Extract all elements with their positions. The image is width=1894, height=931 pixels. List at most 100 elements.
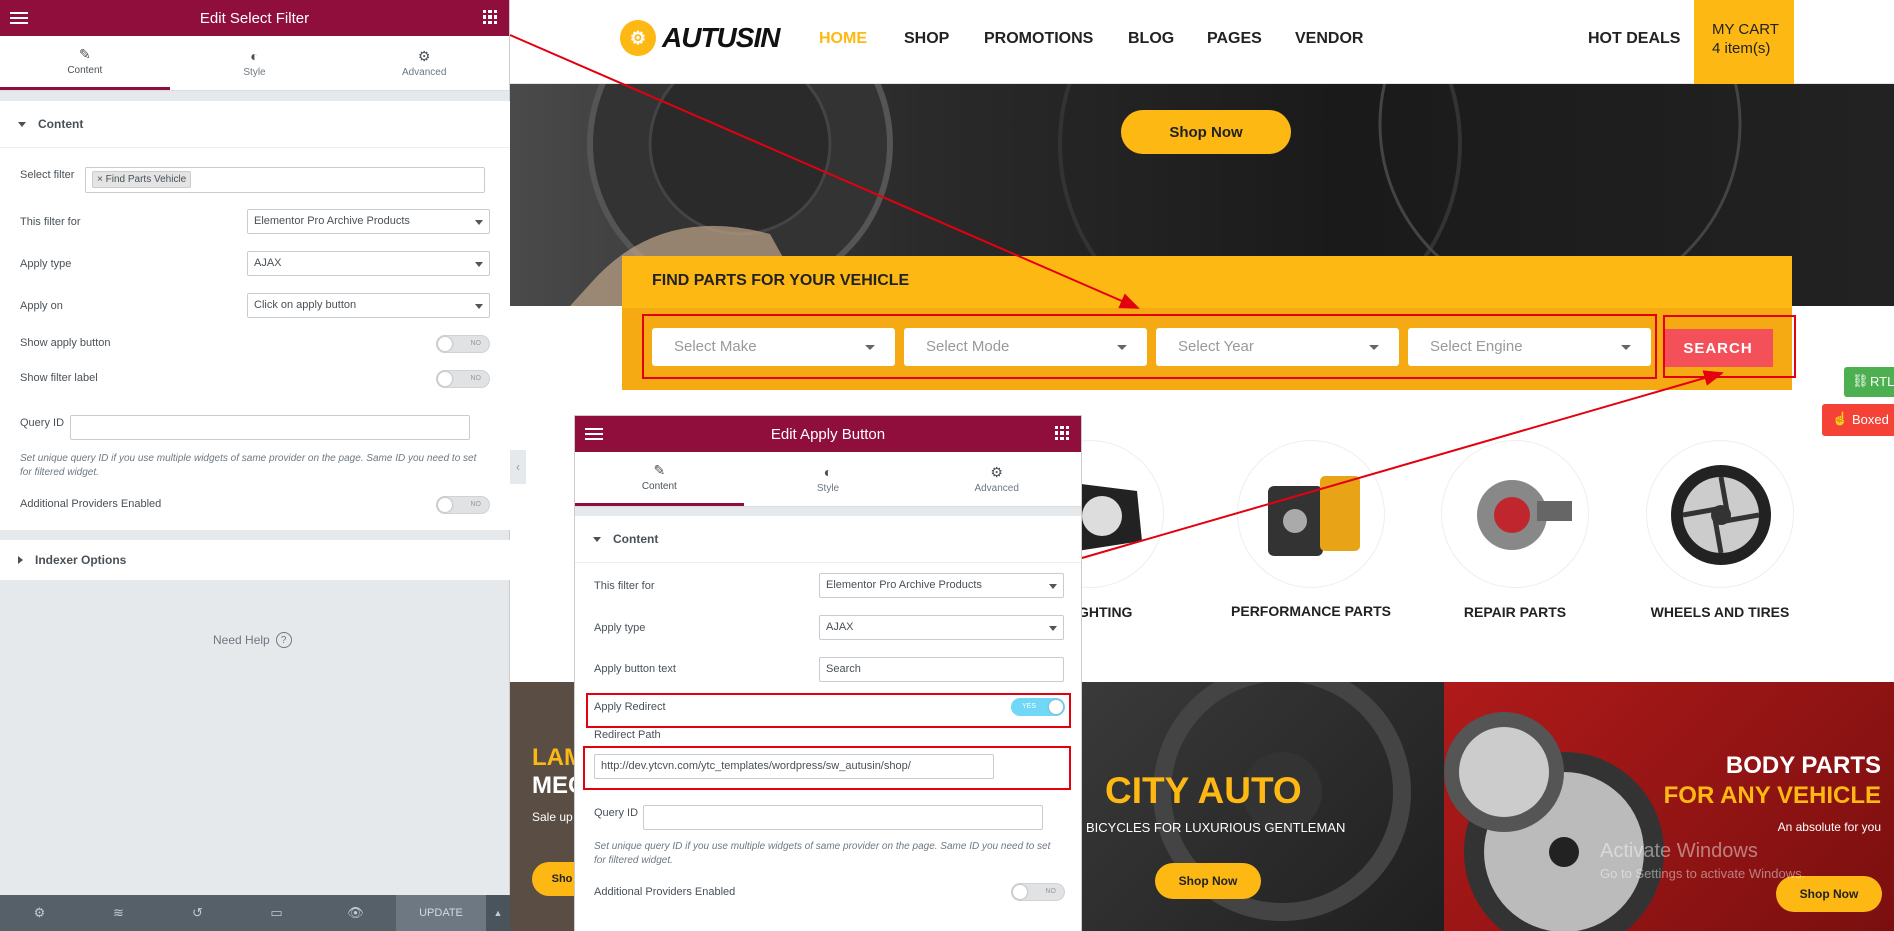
- help-circle-icon: ?: [275, 632, 292, 648]
- content-section-header[interactable]: Content: [0, 101, 510, 148]
- indexer-section[interactable]: Indexer Options: [0, 540, 510, 580]
- toggle-state-text: NO: [470, 501, 482, 508]
- tab-style-label: Style: [816, 482, 840, 494]
- hero-shop-now-button[interactable]: Shop Now: [1121, 110, 1291, 154]
- apply-type-select[interactable]: AJAX: [247, 251, 490, 276]
- banner-city-auto[interactable]: CITY AUTO BICYCLES FOR LUXURIOUS GENTLEM…: [1082, 682, 1444, 931]
- tab-advanced[interactable]: ⚙ Advanced: [912, 452, 1081, 506]
- rtl-badge[interactable]: ⛓ RTL: [1844, 367, 1894, 397]
- annotation-box-search: [1663, 315, 1796, 378]
- indexer-section-header[interactable]: Indexer Options: [0, 540, 510, 580]
- show-filter-label-toggle[interactable]: NO: [436, 370, 490, 388]
- tab-advanced-label: Advanced: [974, 482, 1019, 494]
- caret-up-icon[interactable]: ▲: [486, 895, 510, 931]
- query-id-label: Query ID: [594, 807, 639, 819]
- windows-watermark-sub: Go to Settings to activate Windows.: [1600, 866, 1806, 881]
- filter-tag[interactable]: × Find Parts Vehicle: [92, 171, 192, 188]
- show-apply-button-toggle[interactable]: NO: [436, 335, 490, 353]
- settings-gear-icon[interactable]: ⚙: [0, 905, 79, 921]
- nav-shop[interactable]: SHOP: [904, 30, 949, 48]
- banner-left[interactable]: LAM MEC Sale up Sho: [510, 682, 592, 931]
- site-header: ⚙ AUTUSIN HOME SHOP PROMOTIONS BLOG PAGE…: [510, 0, 1894, 84]
- logo-text: AUTUSIN: [662, 22, 780, 53]
- filter-for-label: This filter for: [594, 580, 655, 592]
- banner-right-button[interactable]: Shop Now: [1776, 876, 1882, 912]
- history-icon[interactable]: ↺: [158, 905, 237, 921]
- pencil-icon: ✎: [653, 462, 666, 478]
- panel2-tabs: ✎ Content ◐ Style ⚙ Advanced: [575, 452, 1081, 507]
- navigator-layers-icon[interactable]: ≋: [79, 905, 158, 921]
- cart-title: MY CART: [1712, 21, 1779, 38]
- category-wheels-label[interactable]: WHEELS AND TIRES: [1630, 604, 1810, 620]
- nav-promotions[interactable]: PROMOTIONS: [984, 30, 1093, 48]
- hamburger-menu-icon[interactable]: [10, 9, 28, 27]
- hamburger-menu-icon[interactable]: [585, 425, 603, 443]
- need-help-label: Need Help: [213, 633, 270, 647]
- additional-providers-toggle[interactable]: NO: [436, 496, 490, 514]
- filter-for-select[interactable]: Elementor Pro Archive Products: [819, 573, 1064, 598]
- apply-type-select[interactable]: AJAX: [819, 615, 1064, 640]
- site-logo[interactable]: ⚙ AUTUSIN: [620, 20, 780, 56]
- tab-style[interactable]: ◐ Style: [744, 452, 913, 506]
- query-id-input[interactable]: [70, 415, 470, 440]
- tab-content-label: Content: [641, 481, 677, 492]
- indexer-section-title: Indexer Options: [35, 553, 127, 567]
- need-help-link[interactable]: Need Help?: [213, 632, 292, 648]
- cart-count: 4 item(s): [1712, 40, 1771, 57]
- tab-content[interactable]: ✎ Content: [0, 36, 170, 90]
- contrast-icon: ◐: [823, 463, 833, 480]
- nav-pages[interactable]: PAGES: [1207, 30, 1262, 48]
- show-filter-label-label: Show filter label: [20, 372, 98, 384]
- update-button[interactable]: UPDATE: [396, 895, 486, 931]
- panel-title: Edit Select Filter: [199, 9, 310, 27]
- category-wheels-image[interactable]: [1646, 440, 1794, 588]
- banner-center-button[interactable]: Shop Now: [1155, 863, 1261, 899]
- category-performance-label[interactable]: PERFORMANCE PARTS: [1221, 604, 1401, 619]
- panel2-content-header[interactable]: Content: [575, 516, 1081, 563]
- additional-providers-toggle[interactable]: NO: [1011, 883, 1065, 901]
- boxed-badge[interactable]: ☝ Boxed: [1822, 404, 1894, 436]
- gear-icon: ⚙: [990, 463, 1003, 480]
- apply-button-text-label: Apply button text: [594, 663, 676, 675]
- pencil-icon: ✎: [78, 46, 91, 62]
- nav-vendor[interactable]: VENDOR: [1295, 30, 1363, 48]
- rtl-label: RTL: [1870, 374, 1894, 389]
- select-filter-input[interactable]: × Find Parts Vehicle: [85, 167, 485, 193]
- panel-footer: ⚙ ≋ ↺ ▭ 👁 UPDATE ▲: [0, 895, 510, 931]
- widgets-grid-icon[interactable]: [1055, 426, 1069, 440]
- panel2-title: Edit Apply Button: [770, 425, 886, 443]
- apply-on-label: Apply on: [20, 300, 63, 312]
- redirect-path-label: Redirect Path: [594, 729, 661, 741]
- query-id-label: Query ID: [20, 417, 65, 429]
- cart-button[interactable]: MY CART 4 item(s): [1694, 0, 1794, 84]
- collapse-panel-handle[interactable]: ‹: [510, 450, 526, 484]
- update-group: UPDATE ▲: [396, 895, 510, 931]
- preview-eye-icon[interactable]: 👁: [316, 905, 395, 921]
- apply-type-label: Apply type: [20, 258, 72, 270]
- category-repair-image[interactable]: [1441, 440, 1589, 588]
- tab-advanced[interactable]: ⚙ Advanced: [339, 36, 509, 90]
- show-apply-button-label: Show apply button: [20, 337, 111, 349]
- find-parts-title: FIND PARTS FOR YOUR VEHICLE: [652, 272, 910, 289]
- query-id-input[interactable]: [643, 805, 1043, 830]
- filter-for-select[interactable]: Elementor Pro Archive Products: [247, 209, 490, 234]
- panel-tabs: ✎ Content ◐ Style ⚙ Advanced: [0, 36, 509, 91]
- widgets-grid-icon[interactable]: [483, 10, 497, 24]
- nav-home[interactable]: HOME: [819, 30, 867, 48]
- tab-style[interactable]: ◐ Style: [170, 36, 340, 90]
- category-performance-image[interactable]: [1237, 440, 1385, 588]
- apply-on-select[interactable]: Click on apply button: [247, 293, 490, 318]
- banner-body-parts[interactable]: BODY PARTS FOR ANY VEHICLE An absolute f…: [1444, 682, 1894, 931]
- tab-content[interactable]: ✎ Content: [575, 452, 744, 506]
- responsive-desktop-icon[interactable]: ▭: [237, 905, 316, 921]
- banner-right-sub: An absolute for you: [1777, 820, 1881, 834]
- category-repair-label[interactable]: REPAIR PARTS: [1425, 604, 1605, 620]
- apply-button-text-input[interactable]: Search: [819, 657, 1064, 682]
- content-section: Content Select filter × Find Parts Vehic…: [0, 101, 510, 530]
- tab-advanced-label: Advanced: [401, 66, 447, 78]
- nav-hot-deals[interactable]: HOT DEALS: [1588, 30, 1680, 48]
- edit-apply-button-panel: Edit Apply Button ✎ Content ◐ Style ⚙ Advan…: [574, 415, 1082, 931]
- link-icon: ⛓: [1852, 373, 1869, 388]
- nav-blog[interactable]: BLOG: [1128, 30, 1174, 48]
- query-id-description: Set unique query ID if you use multiple …: [594, 841, 1051, 866]
